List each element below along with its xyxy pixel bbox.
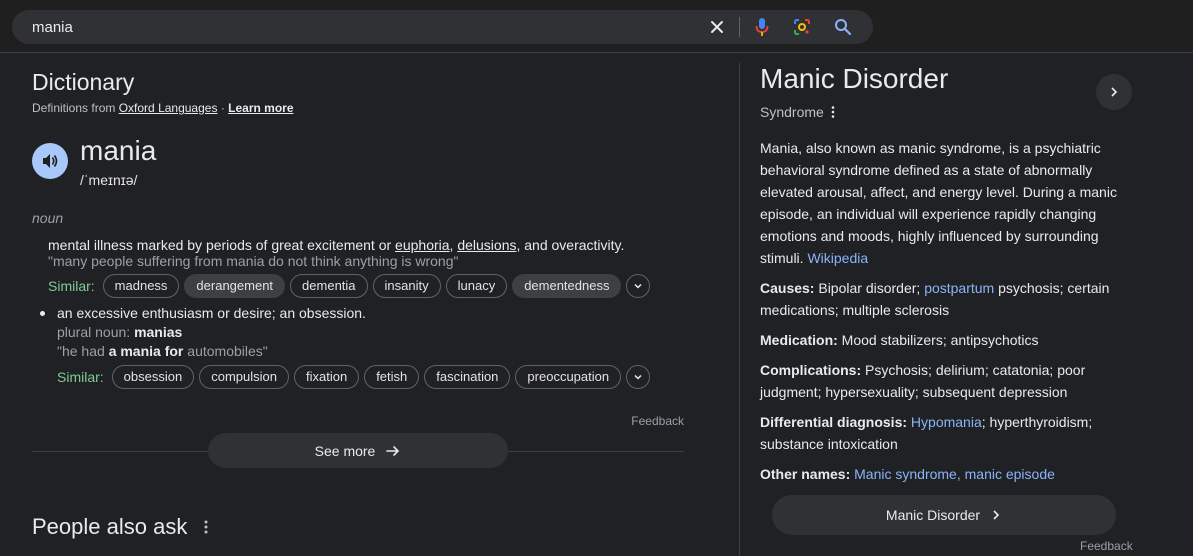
separator-dot: · xyxy=(220,101,225,115)
definition-1-end: , and overactivity. xyxy=(516,237,625,253)
example-2: "he had a mania for automobiles" xyxy=(57,343,268,359)
fact-label: Other names: xyxy=(760,466,851,482)
example-2-start: "he had xyxy=(57,343,109,359)
similar-label: Similar: xyxy=(57,369,104,385)
plural-label: plural noun: xyxy=(57,324,135,340)
clear-icon[interactable] xyxy=(707,17,727,37)
similar-label: Similar: xyxy=(48,278,95,294)
phonetic: /ˈmeɪnɪə/ xyxy=(80,172,138,188)
pronunciation-button[interactable] xyxy=(32,143,68,179)
fact-label: Differential diagnosis: xyxy=(760,414,908,430)
knowledge-panel-subtitle: Syndrome xyxy=(760,104,836,120)
similar-chip[interactable]: madness xyxy=(102,274,180,298)
people-also-ask-title: People also ask xyxy=(32,514,188,539)
similar-row-2: Similar: obsession compulsion fixation f… xyxy=(57,365,651,389)
see-more-button[interactable]: See more xyxy=(208,433,508,468)
more-vert-icon[interactable] xyxy=(203,519,209,535)
fact-label: Complications: xyxy=(760,362,862,378)
chevron-down-icon xyxy=(634,374,642,380)
definition-2: an excessive enthusiasm or desire; an ob… xyxy=(57,305,366,321)
description-text: Mania, also known as manic syndrome, is … xyxy=(760,140,1117,266)
example-1: "many people suffering from mania do not… xyxy=(48,253,459,269)
fact-value: Mood stabilizers; antipsychotics xyxy=(837,332,1039,348)
similar-chip[interactable]: derangement xyxy=(184,274,286,298)
example-2-end: automobiles" xyxy=(183,343,268,359)
results-area: Dictionary Definitions from Oxford Langu… xyxy=(0,53,1193,556)
hypomania-link[interactable]: Hypomania xyxy=(911,414,982,430)
similar-chip[interactable]: dementedness xyxy=(512,274,622,298)
expand-similar-button[interactable] xyxy=(626,365,651,389)
lens-icon[interactable] xyxy=(792,17,812,37)
search-input[interactable] xyxy=(32,10,632,44)
people-also-ask-heading: People also ask xyxy=(32,514,209,540)
similar-chip[interactable]: lunacy xyxy=(445,274,508,298)
top-bar xyxy=(0,0,1193,53)
chevron-right-icon xyxy=(993,510,1000,520)
other-names-link[interactable]: Manic syndrome, manic episode xyxy=(854,466,1055,482)
search-bar[interactable] xyxy=(12,10,873,44)
oxford-languages-link[interactable]: Oxford Languages xyxy=(119,101,218,115)
column-divider xyxy=(739,63,740,556)
similar-chip[interactable]: obsession xyxy=(111,365,195,389)
speaker-icon xyxy=(43,154,58,168)
wikipedia-link[interactable]: Wikipedia xyxy=(807,250,868,266)
fact-medication: Medication: Mood stabilizers; antipsycho… xyxy=(760,329,1126,351)
chevron-down-icon xyxy=(634,283,642,289)
fact-value: Bipolar disorder; xyxy=(814,280,925,296)
similar-chip[interactable]: insanity xyxy=(372,274,441,298)
plural-form: plural noun: manias xyxy=(57,324,182,340)
next-button[interactable] xyxy=(1096,74,1132,110)
part-of-speech: noun xyxy=(32,210,64,226)
arrow-right-icon xyxy=(386,445,400,456)
example-2-bold: a mania for xyxy=(108,343,184,359)
plural-value: manias xyxy=(134,324,183,340)
definitions-from-label: Definitions from xyxy=(32,101,116,115)
definition-1: mental illness marked by periods of grea… xyxy=(48,237,624,253)
list-bullet xyxy=(40,311,45,316)
manic-disorder-button[interactable]: Manic Disorder xyxy=(772,495,1116,535)
chevron-right-icon xyxy=(1111,87,1118,97)
similar-chip[interactable]: fixation xyxy=(293,365,360,389)
similar-chip[interactable]: dementia xyxy=(290,274,368,298)
similar-chip[interactable]: compulsion xyxy=(199,365,289,389)
feedback-link[interactable]: Feedback xyxy=(631,414,684,428)
postpartum-link[interactable]: postpartum xyxy=(924,280,994,296)
similar-chip[interactable]: fascination xyxy=(424,365,511,389)
expand-similar-button[interactable] xyxy=(626,274,651,298)
subtitle-text: Syndrome xyxy=(760,104,824,120)
similar-chip[interactable]: fetish xyxy=(364,365,420,389)
definition-1-text: mental illness marked by periods of grea… xyxy=(48,237,396,253)
fact-complications: Complications: Psychosis; delirium; cata… xyxy=(760,359,1126,403)
headword: mania xyxy=(80,135,157,166)
delusions-link[interactable]: delusions xyxy=(457,237,516,253)
search-divider xyxy=(739,17,740,37)
button-label: Manic Disorder xyxy=(885,507,981,523)
more-vert-icon[interactable] xyxy=(830,105,836,119)
fact-other-names: Other names: Manic syndrome, manic episo… xyxy=(760,463,1126,485)
microphone-icon[interactable] xyxy=(752,17,772,37)
knowledge-panel-title: Manic Disorder xyxy=(760,63,949,94)
description: Mania, also known as manic syndrome, is … xyxy=(760,137,1126,269)
similar-row-1: Similar: madness derangement dementia in… xyxy=(48,274,651,298)
fact-differential-diagnosis: Differential diagnosis: Hypomania; hyper… xyxy=(760,411,1126,455)
dictionary-title: Dictionary xyxy=(32,69,135,95)
euphoria-link[interactable]: euphoria xyxy=(395,237,450,253)
search-icon[interactable] xyxy=(833,17,853,37)
fact-label: Medication: xyxy=(760,332,838,348)
fact-causes: Causes: Bipolar disorder; postpartum psy… xyxy=(760,277,1126,321)
fact-label: Causes: xyxy=(760,280,815,296)
learn-more-link[interactable]: Learn more xyxy=(228,101,293,115)
see-more-label: See more xyxy=(314,442,376,459)
dictionary-source-line: Definitions from Oxford Languages · Lear… xyxy=(32,101,294,115)
feedback-link[interactable]: Feedback xyxy=(1080,539,1133,553)
similar-chip[interactable]: preoccupation xyxy=(515,365,622,389)
